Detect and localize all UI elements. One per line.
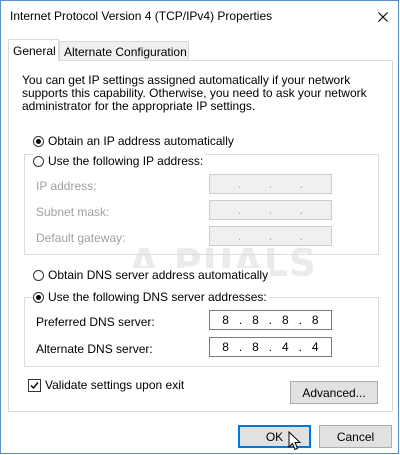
checkbox-box: [28, 378, 41, 392]
obtain-dns-auto-radio[interactable]: Obtain DNS server address automatically: [33, 268, 271, 282]
default-gateway-label: Default gateway:: [36, 231, 126, 245]
alternate-dns-input[interactable]: 8.8.4.4: [209, 337, 332, 357]
ip-address-input: ...: [209, 174, 332, 194]
mouse-cursor-icon: [288, 431, 302, 451]
subnet-mask-input: ...: [209, 200, 332, 220]
dialog-window: Internet Protocol Version 4 (TCP/IPv4) P…: [0, 0, 399, 454]
window-title: Internet Protocol Version 4 (TCP/IPv4) P…: [10, 9, 273, 23]
obtain-dns-auto-label: Obtain DNS server address automatically: [48, 268, 269, 282]
advanced-button[interactable]: Advanced...: [290, 381, 378, 404]
radio-unselected-icon: [33, 155, 44, 167]
checkmark-icon: [30, 381, 39, 389]
preferred-dns-label: Preferred DNS server:: [36, 315, 155, 329]
obtain-ip-auto-label: Obtain an IP address automatically: [48, 134, 234, 148]
ip-address-label: IP address:: [36, 179, 97, 193]
radio-selected-icon: [33, 135, 44, 147]
radio-unselected-icon: [33, 269, 44, 281]
close-icon: [378, 11, 388, 22]
use-following-dns-label: Use the following DNS server addresses:: [48, 290, 267, 304]
cancel-button[interactable]: Cancel: [319, 425, 392, 448]
use-following-ip-radio[interactable]: Use the following IP address:: [33, 154, 206, 168]
general-tab-panel: You can get IP settings assigned automat…: [8, 60, 393, 412]
obtain-ip-auto-radio[interactable]: Obtain an IP address automatically: [33, 134, 236, 148]
radio-selected-icon: [33, 291, 44, 303]
title-bar: Internet Protocol Version 4 (TCP/IPv4) P…: [1, 1, 398, 32]
tab-alternate-configuration[interactable]: Alternate Configuration: [59, 41, 189, 60]
use-following-ip-label: Use the following IP address:: [48, 154, 204, 168]
alternate-dns-label: Alternate DNS server:: [36, 342, 153, 356]
tab-bar: General Alternate Configuration: [8, 39, 393, 61]
use-following-dns-radio[interactable]: Use the following DNS server addresses:: [33, 290, 269, 304]
validate-settings-label: Validate settings upon exit: [45, 378, 185, 392]
close-button[interactable]: [368, 1, 398, 32]
validate-settings-checkbox[interactable]: Validate settings upon exit: [28, 378, 184, 392]
default-gateway-input: ...: [209, 226, 332, 246]
subnet-mask-label: Subnet mask:: [36, 205, 110, 219]
description-text: You can get IP settings assigned automat…: [22, 73, 367, 113]
preferred-dns-input[interactable]: 8.8.8.8: [209, 310, 332, 330]
tab-general[interactable]: General: [8, 39, 59, 61]
